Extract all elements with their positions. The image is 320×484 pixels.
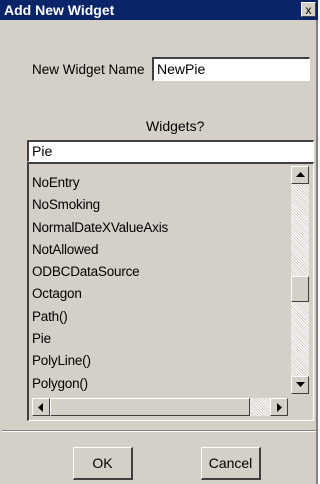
triangle-left-icon [38, 403, 43, 412]
scroll-up-button[interactable] [291, 166, 309, 184]
list-item[interactable]: Path() [32, 306, 287, 328]
cancel-button[interactable]: Cancel [201, 447, 261, 480]
list-item[interactable]: NotAllowed [32, 239, 287, 261]
dialog-title: Add New Widget [4, 2, 115, 18]
title-bar[interactable]: Add New Widget x [0, 0, 318, 20]
close-icon: x [305, 3, 312, 17]
list-item[interactable]: NormalDateXValueAxis [32, 217, 287, 239]
list-item[interactable]: NoEntry [32, 172, 287, 194]
widget-filter-input[interactable]: Pie [27, 140, 314, 162]
list-item[interactable]: PolyLine() [32, 350, 287, 372]
button-separator [2, 430, 316, 432]
scroll-down-button[interactable] [291, 376, 309, 394]
list-item[interactable]: Polygon() [32, 373, 287, 395]
list-item[interactable]: NoSmoking [32, 194, 287, 216]
widget-listbox[interactable]: NoEntry NoSmoking NormalDateXValueAxis NotA… [27, 162, 314, 421]
widgets-label: Widgets? [146, 118, 205, 134]
triangle-right-icon [277, 403, 282, 412]
vertical-scroll-thumb[interactable] [291, 276, 309, 302]
triangle-up-icon [296, 172, 305, 177]
scroll-left-button[interactable] [32, 398, 50, 416]
ok-button[interactable]: OK [73, 447, 133, 480]
widget-list-items: NoEntry NoSmoking NormalDateXValueAxis NotA… [32, 172, 287, 395]
widget-name-label: New Widget Name [32, 62, 145, 77]
add-widget-dialog: Add New Widget x New Widget Name NewPie … [0, 0, 318, 484]
widget-name-input[interactable]: NewPie [152, 57, 310, 81]
close-button[interactable]: x [301, 2, 316, 17]
triangle-down-icon [296, 382, 305, 387]
list-item[interactable]: ODBCDataSource [32, 261, 287, 283]
scroll-right-button[interactable] [270, 398, 288, 416]
list-item[interactable]: Pie [32, 328, 287, 350]
horizontal-scrollbar[interactable] [32, 398, 288, 416]
horizontal-scroll-thumb[interactable] [50, 398, 250, 416]
list-item[interactable]: Octagon [32, 283, 287, 305]
vertical-scrollbar[interactable] [291, 166, 309, 394]
